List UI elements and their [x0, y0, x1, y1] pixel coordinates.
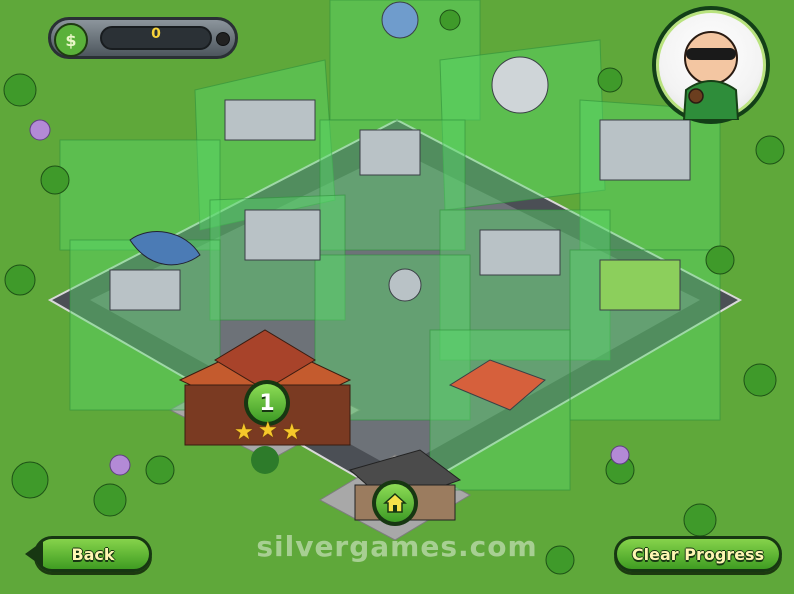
robber-face-icon: [682, 31, 740, 121]
clear-progress-label: Clear Progress: [631, 544, 765, 564]
money-counter: $ 0: [48, 17, 238, 59]
home-icon: [376, 484, 414, 522]
bolt-icon: [216, 32, 230, 46]
star-icon: ★: [258, 418, 278, 443]
home-button[interactable]: [372, 480, 418, 526]
clear-progress-button[interactable]: Clear Progress: [614, 536, 782, 572]
level-1-stars: ★ ★ ★: [234, 418, 304, 445]
city-map: $ 0 1 ★ ★ ★ silvergames.com Back Clear P…: [0, 0, 794, 594]
star-icon: ★: [234, 420, 254, 445]
money-value: 0: [151, 26, 161, 42]
back-label: Back: [71, 544, 115, 564]
level-number: 1: [248, 384, 286, 422]
robber-portrait: [652, 6, 770, 124]
star-icon: ★: [282, 420, 302, 445]
cash-icon: $: [54, 23, 88, 57]
back-button[interactable]: Back: [25, 536, 152, 572]
